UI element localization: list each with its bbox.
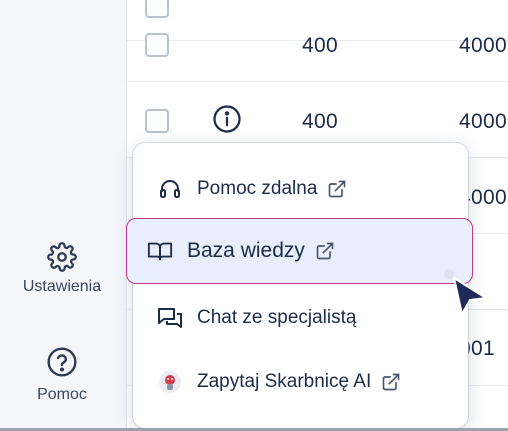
- table-cell: 4000: [459, 110, 507, 133]
- info-icon[interactable]: [212, 104, 242, 134]
- menu-item-label: Chat ze specjalistą: [197, 307, 357, 328]
- sidebar-item-settings[interactable]: Ustawienia: [0, 242, 124, 296]
- book-open-icon: [147, 238, 173, 264]
- menu-item-chat-specialist[interactable]: Chat ze specjalistą: [133, 289, 468, 347]
- table-cell: 4000: [459, 34, 507, 57]
- sidebar-item-help[interactable]: Pomoc: [0, 346, 124, 404]
- mouse-pointer-icon: [453, 277, 487, 315]
- external-link-icon: [382, 373, 400, 391]
- menu-item-label: Zapytaj Skarbnicę AI: [197, 371, 372, 392]
- menu-item-ask-ai[interactable]: Zapytaj Skarbnicę AI: [133, 353, 468, 411]
- chat-bubbles-icon: [157, 305, 183, 331]
- ai-avatar-icon: [157, 369, 183, 395]
- row-checkbox[interactable]: [145, 109, 169, 133]
- help-circle-icon: [47, 347, 77, 377]
- sidebar-item-label: Ustawienia: [22, 278, 102, 295]
- table-cell: 400: [302, 34, 338, 57]
- sidebar: Ustawienia Pomoc: [0, 0, 127, 431]
- menu-item-remote-help[interactable]: Pomoc zdalna: [133, 160, 468, 218]
- table-row: 400 4000: [127, 5, 508, 82]
- external-link-icon: [316, 242, 334, 260]
- menu-item-knowledge-base[interactable]: Baza wiedzy: [126, 218, 473, 284]
- menu-item-label: Pomoc zdalna: [197, 178, 318, 199]
- table-cell: 400: [302, 110, 338, 133]
- external-link-icon: [329, 180, 346, 198]
- sidebar-item-label: Pomoc: [37, 386, 87, 403]
- row-checkbox[interactable]: [145, 33, 169, 57]
- help-menu-popup: Pomoc zdalna Baza wiedzy Chat ze specjal…: [126, 143, 473, 428]
- menu-item-label: Baza wiedzy: [187, 239, 305, 262]
- headset-icon: [157, 176, 183, 202]
- gear-icon: [47, 242, 77, 272]
